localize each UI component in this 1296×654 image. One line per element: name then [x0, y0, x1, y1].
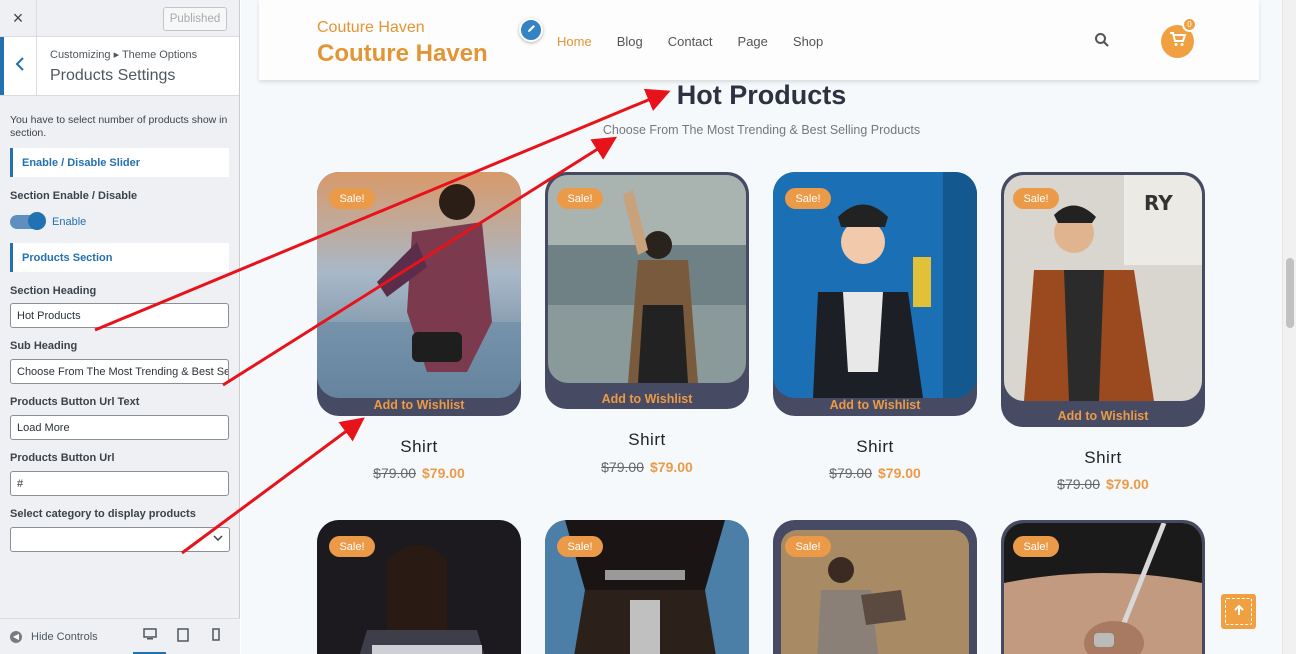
product-card[interactable]: Sale! Add to Wishlist — [545, 172, 749, 409]
desktop-preview-button[interactable] — [133, 619, 166, 654]
nav-item-blog[interactable]: Blog — [617, 34, 643, 49]
nav-item-page[interactable]: Page — [738, 34, 768, 49]
sale-badge: Sale! — [329, 536, 375, 557]
sale-price: $79.00 — [878, 465, 921, 481]
customizer-sidebar: × Published Customizing ▸ Theme Options … — [0, 0, 240, 654]
product-price: $79.00 $79.00 — [1001, 476, 1205, 492]
cart-button[interactable]: 0 — [1161, 17, 1197, 58]
hide-controls-label: Hide Controls — [31, 630, 98, 643]
product-card[interactable]: RY Sale! Add to Wishlist — [1001, 172, 1205, 427]
site-logo[interactable]: Couture Haven — [317, 40, 488, 68]
button-url-text-input[interactable]: Load More — [10, 415, 229, 440]
sub-heading-input[interactable]: Choose From The Most Trending & Best Sel… — [10, 359, 229, 384]
site-header: Couture Haven Couture Haven Home Blog Co… — [259, 0, 1259, 80]
old-price: $79.00 — [601, 459, 644, 475]
old-price: $79.00 — [829, 465, 872, 481]
section-heading-input[interactable]: Hot Products — [10, 303, 229, 328]
published-button[interactable]: Published — [163, 7, 227, 31]
section-enable-toggle[interactable] — [10, 212, 46, 230]
chevron-down-icon — [213, 533, 223, 546]
pencil-icon — [526, 21, 537, 39]
main-nav: Home Blog Contact Page Shop — [557, 34, 848, 49]
arrow-up-icon — [1233, 603, 1245, 621]
search-icon[interactable] — [1094, 32, 1110, 53]
nav-item-home[interactable]: Home — [557, 34, 592, 49]
mobile-preview-button[interactable] — [199, 619, 232, 654]
site-preview: Couture Haven Couture Haven Home Blog Co… — [241, 0, 1282, 654]
tablet-preview-button[interactable] — [166, 619, 199, 654]
product-card[interactable]: Sale! — [1001, 520, 1205, 654]
breadcrumb: Customizing ▸ Theme Options — [50, 49, 198, 61]
button-url-input[interactable]: # — [10, 471, 229, 496]
panel-description: You have to select number of products sh… — [10, 114, 228, 139]
nav-item-shop[interactable]: Shop — [793, 34, 823, 49]
products-section-heading: Products Section — [10, 243, 229, 272]
toggle-label: Enable — [52, 216, 87, 228]
preview-scrollbar[interactable] — [1282, 0, 1296, 654]
mobile-icon — [211, 628, 220, 646]
close-customizer-button[interactable]: × — [0, 0, 37, 37]
old-price: $79.00 — [373, 465, 416, 481]
customizer-top-bar: × Published — [0, 0, 239, 37]
nav-item-contact[interactable]: Contact — [668, 34, 713, 49]
product-name[interactable]: Shirt — [1001, 448, 1205, 468]
site-logo-small[interactable]: Couture Haven — [317, 19, 425, 37]
collapse-icon: ◀ — [10, 630, 22, 643]
add-to-wishlist-link[interactable]: Add to Wishlist — [545, 392, 749, 406]
sale-badge: Sale! — [1013, 188, 1059, 209]
add-to-wishlist-link[interactable]: Add to Wishlist — [317, 398, 521, 412]
product-card[interactable]: Sale! Add to Wishlist — [773, 172, 977, 416]
category-label: Select category to display products — [10, 508, 196, 520]
section-enable-label: Section Enable / Disable — [10, 190, 138, 202]
old-price: $79.00 — [1057, 476, 1100, 492]
chevron-left-icon — [15, 56, 25, 76]
sale-price: $79.00 — [1106, 476, 1149, 492]
hide-controls-button[interactable]: ◀ Hide Controls — [10, 630, 98, 643]
product-price: $79.00 $79.00 — [545, 459, 749, 475]
edit-shortcut-button[interactable] — [519, 18, 543, 42]
product-card[interactable]: Sale! Add to Wishlist — [317, 172, 521, 416]
slider-section-heading: Enable / Disable Slider — [10, 148, 229, 177]
sale-price: $79.00 — [422, 465, 465, 481]
sale-badge: Sale! — [557, 536, 603, 557]
cart-count-badge: 0 — [1182, 17, 1197, 32]
section-title: Hot Products — [676, 80, 847, 110]
sale-badge: Sale! — [785, 536, 831, 557]
panel-header: Customizing ▸ Theme Options Products Set… — [0, 37, 239, 96]
sub-heading-label: Sub Heading — [10, 340, 78, 352]
product-price: $79.00 $79.00 — [317, 465, 521, 481]
cart-icon — [1169, 31, 1187, 52]
scrollbar-thumb[interactable] — [1286, 258, 1294, 328]
sale-badge: Sale! — [1013, 536, 1059, 557]
product-name[interactable]: Shirt — [545, 430, 749, 450]
sale-badge: Sale! — [785, 188, 831, 209]
category-select[interactable] — [10, 527, 230, 552]
product-card[interactable]: Sale! — [545, 520, 749, 654]
back-button[interactable] — [0, 37, 37, 95]
sale-badge: Sale! — [329, 188, 375, 209]
section-heading-label: Section Heading — [10, 285, 97, 297]
section-subtitle: Choose From The Most Trending & Best Sel… — [602, 123, 921, 137]
product-price: $79.00 $79.00 — [773, 465, 977, 481]
tablet-icon — [176, 627, 189, 647]
product-name[interactable]: Shirt — [317, 437, 521, 457]
button-url-label: Products Button Url — [10, 452, 115, 464]
panel-title: Products Settings — [50, 67, 176, 84]
customizer-footer: ◀ Hide Controls — [0, 618, 240, 654]
product-name[interactable]: Shirt — [773, 437, 977, 457]
add-to-wishlist-link[interactable]: Add to Wishlist — [1001, 409, 1205, 423]
product-card[interactable]: Sale! — [317, 520, 521, 654]
desktop-icon — [142, 627, 157, 645]
add-to-wishlist-link[interactable]: Add to Wishlist — [773, 398, 977, 412]
svg-text:RY: RY — [1144, 191, 1173, 215]
product-card[interactable]: Sale! — [773, 520, 977, 654]
sale-price: $79.00 — [650, 459, 693, 475]
sale-badge: Sale! — [557, 188, 603, 209]
button-url-text-label: Products Button Url Text — [10, 396, 140, 408]
scroll-to-top-button[interactable] — [1221, 594, 1256, 629]
